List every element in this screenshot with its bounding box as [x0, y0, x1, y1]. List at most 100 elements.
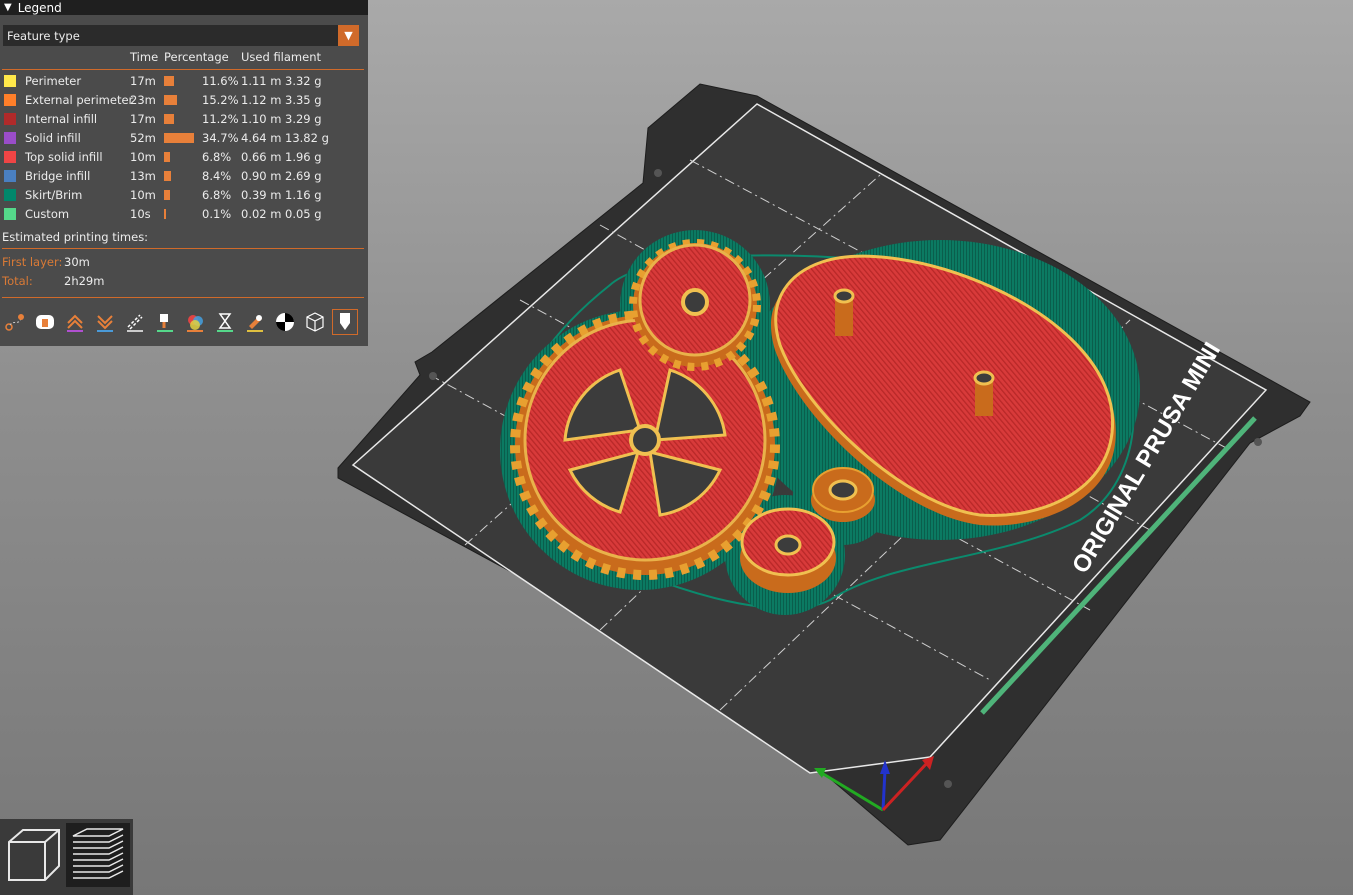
collapse-triangle-icon[interactable]: ▼ [4, 2, 12, 13]
feature-time: 17m [130, 74, 156, 88]
feature-percentage: 34.7% [202, 131, 239, 145]
feature-weight: 3.29 g [285, 112, 322, 126]
feature-weight: 13.82 g [285, 131, 329, 145]
percentage-bar [164, 152, 170, 162]
percentage-bar [164, 133, 194, 143]
feature-length: 1.12 m [241, 93, 282, 107]
large-gear [510, 310, 780, 580]
feature-time: 23m [130, 93, 156, 107]
view-type-dropdown[interactable]: Feature type ▼ [3, 25, 359, 46]
deretractions-icon[interactable] [92, 309, 118, 335]
percentage-bar [164, 114, 174, 124]
feature-name: Skirt/Brim [25, 188, 83, 202]
feature-percentage: 6.8% [202, 188, 232, 202]
legend-row[interactable]: Bridge infill 13m 8.4% 0.90 m 2.69 g [0, 166, 368, 185]
divider [2, 297, 364, 298]
retractions-icon[interactable] [62, 309, 88, 335]
legend-row[interactable]: External perimeter 23m 15.2% 1.12 m 3.35 g [0, 90, 368, 109]
legend-row[interactable]: Custom 10s 0.1% 0.02 m 0.05 g [0, 204, 368, 223]
feature-weight: 3.35 g [285, 93, 322, 107]
feature-name: Bridge infill [25, 169, 91, 183]
feature-time: 52m [130, 131, 156, 145]
feature-time: 10m [130, 150, 156, 164]
3d-view-icon[interactable] [2, 823, 66, 887]
shells-icon[interactable] [302, 309, 328, 335]
percentage-bar [164, 209, 166, 219]
divider [2, 69, 364, 70]
total-label: Total: [2, 274, 33, 288]
tool-changes-icon[interactable] [152, 309, 178, 335]
legend-toolbar [2, 309, 366, 335]
feature-length: 0.66 m [241, 150, 282, 164]
feature-name: Top solid infill [25, 150, 103, 164]
tool-marker-icon[interactable] [332, 309, 358, 335]
feature-percentage: 6.8% [202, 150, 232, 164]
color-changes-icon[interactable] [182, 309, 208, 335]
total-value: 2h29m [64, 274, 105, 288]
color-swatch [4, 151, 16, 163]
color-swatch [4, 75, 16, 87]
percentage-bar [164, 171, 172, 181]
column-header-time: Time [130, 50, 159, 64]
feature-time: 10m [130, 188, 156, 202]
color-swatch [4, 132, 16, 144]
pause-prints-icon[interactable] [212, 309, 238, 335]
feature-percentage: 11.2% [202, 112, 239, 126]
feature-percentage: 8.4% [202, 169, 232, 183]
legend-row[interactable]: Solid infill 52m 34.7% 4.64 m 13.82 g [0, 128, 368, 147]
column-header-used-filament: Used filament [241, 50, 322, 64]
estimated-times-label: Estimated printing times: [2, 230, 149, 244]
color-swatch [4, 208, 16, 220]
spacer-small [811, 467, 875, 522]
feature-name: Solid infill [25, 131, 81, 145]
legend-row[interactable]: Internal infill 17m 11.2% 1.10 m 3.29 g [0, 109, 368, 128]
first-layer-value: 30m [64, 255, 90, 269]
legend-title: Legend [17, 0, 62, 15]
view-type-value: Feature type [7, 28, 80, 43]
custom-gcode-icon[interactable] [242, 309, 268, 335]
feature-length: 1.10 m [241, 112, 282, 126]
color-swatch [4, 189, 16, 201]
color-swatch [4, 170, 16, 182]
layers-preview-icon[interactable] [66, 823, 130, 887]
legend-panel: ▼ Legend Feature type ▼ Time Percentage … [0, 0, 368, 346]
feature-name: Custom [25, 207, 70, 221]
feature-percentage: 0.1% [202, 207, 232, 221]
feature-name: Perimeter [25, 74, 82, 88]
center-of-gravity-icon[interactable] [272, 309, 298, 335]
first-layer-label: First layer: [2, 255, 63, 269]
feature-percentage: 15.2% [202, 93, 239, 107]
small-gear [629, 239, 761, 371]
feature-weight: 2.69 g [285, 169, 322, 183]
legend-row[interactable]: Perimeter 17m 11.6% 1.11 m 3.32 g [0, 71, 368, 90]
column-header-percentage: Percentage [164, 50, 229, 64]
feature-name: Internal infill [25, 112, 98, 126]
percentage-bar [164, 76, 175, 86]
view-switcher [0, 819, 133, 895]
feature-length: 0.39 m [241, 188, 282, 202]
percentage-bar [164, 95, 178, 105]
wipe-icon[interactable] [32, 309, 58, 335]
legend-row[interactable]: Top solid infill 10m 6.8% 0.66 m 1.96 g [0, 147, 368, 166]
feature-weight: 3.32 g [285, 74, 322, 88]
spacer-large [740, 507, 836, 593]
feature-weight: 1.96 g [285, 150, 322, 164]
travel-icon[interactable] [2, 309, 28, 335]
color-swatch [4, 94, 16, 106]
feature-weight: 0.05 g [285, 207, 322, 221]
seams-icon[interactable] [122, 309, 148, 335]
feature-percentage: 11.6% [202, 74, 239, 88]
legend-row[interactable]: Skirt/Brim 10m 6.8% 0.39 m 1.16 g [0, 185, 368, 204]
feature-time: 17m [130, 112, 156, 126]
dropdown-arrow-icon[interactable]: ▼ [338, 25, 359, 46]
feature-time: 10s [130, 207, 151, 221]
feature-length: 0.90 m [241, 169, 282, 183]
feature-length: 4.64 m [241, 131, 282, 145]
feature-weight: 1.16 g [285, 188, 322, 202]
feature-length: 1.11 m [241, 74, 282, 88]
feature-name: External perimeter [25, 93, 134, 107]
legend-header[interactable]: ▼ Legend [0, 0, 368, 15]
feature-time: 13m [130, 169, 156, 183]
feature-length: 0.02 m [241, 207, 282, 221]
divider [2, 248, 364, 249]
